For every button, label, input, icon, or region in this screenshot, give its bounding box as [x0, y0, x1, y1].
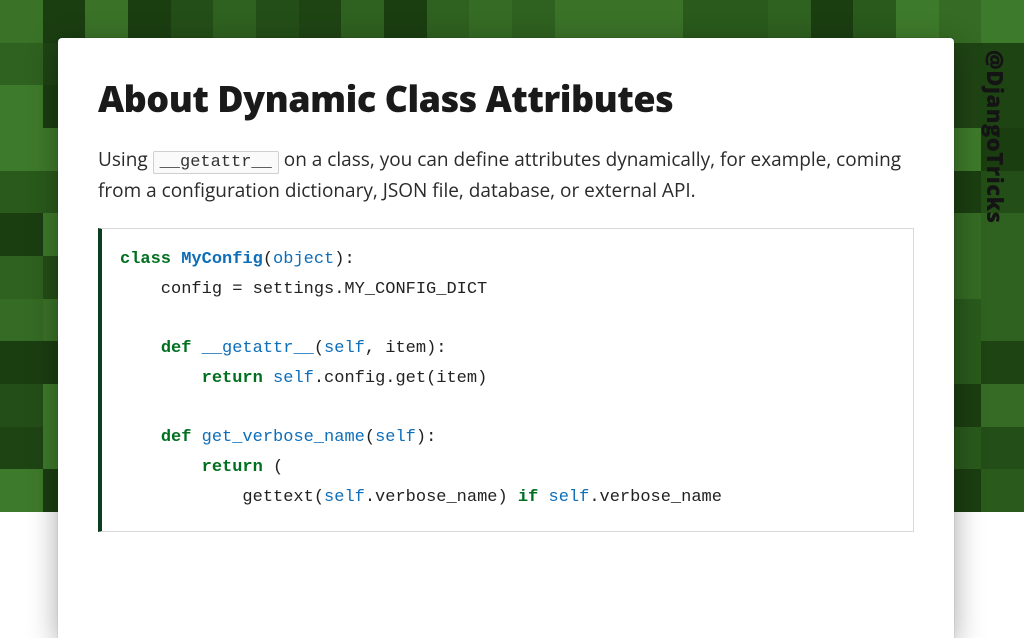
param-item: , item): — [365, 339, 447, 358]
fn-verbose: get_verbose_name — [202, 428, 365, 447]
code-block: class MyConfig ( object): config = setting… — [98, 228, 914, 532]
lead-paragraph: Using __getattr__ on a class, you can de… — [98, 145, 914, 206]
kw-return-2: return — [202, 458, 263, 477]
fn-getattr: __getattr__ — [202, 339, 314, 358]
last-line-pre: gettext( — [120, 488, 324, 507]
class-name: MyConfig — [181, 250, 263, 269]
last-line-post: .verbose_name — [589, 488, 722, 507]
content-card: About Dynamic Class Attributes Using __g… — [58, 38, 954, 638]
kw-class: class — [120, 250, 171, 269]
self-1: self — [324, 339, 365, 358]
builtin-object: object — [273, 250, 334, 269]
kw-return-1: return — [202, 369, 263, 388]
open-paren: ( — [263, 458, 283, 477]
author-handle[interactable]: @DjangoTricks — [980, 50, 1010, 224]
paren-close: ): — [416, 428, 436, 447]
lead-inline-code: __getattr__ — [153, 151, 279, 174]
lead-text-pre: Using — [98, 146, 153, 172]
kw-if: if — [518, 488, 538, 507]
self-2: self — [273, 369, 314, 388]
kw-def-2: def — [161, 428, 192, 447]
kw-def-1: def — [161, 339, 192, 358]
self-5: self — [549, 488, 590, 507]
self-4: self — [324, 488, 365, 507]
code-line-config: config = settings.MY_CONFIG_DICT — [120, 280, 487, 299]
tail-return-1: .config.get(item) — [314, 369, 487, 388]
last-line-mid: .verbose_name) — [365, 488, 518, 507]
self-3: self — [375, 428, 416, 447]
page-title: About Dynamic Class Attributes — [98, 74, 914, 123]
